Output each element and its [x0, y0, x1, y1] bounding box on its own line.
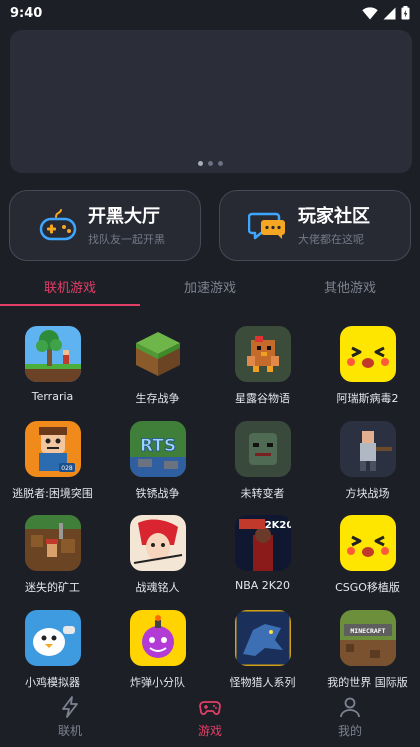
unturned-game-icon [234, 421, 291, 477]
wifi-icon [362, 6, 378, 19]
game-item[interactable]: 炸弹小分队 [105, 610, 210, 690]
game-name: 生存战争 [135, 392, 180, 405]
game-item[interactable]: CSGO移植版 [315, 515, 420, 595]
game-name: 怪物猎人系列 [229, 676, 296, 689]
survivalcraft-game-icon [129, 326, 186, 382]
game-item[interactable]: 战魂铭人 [105, 515, 210, 595]
status-bar: 9:40 [0, 0, 420, 26]
game-item[interactable]: 阿瑞斯病毒2 [315, 326, 420, 406]
lobby-card-subtitle: 找队友一起开黑 [88, 232, 165, 246]
nav-label: 联机 [57, 724, 82, 738]
gamepad-icon [39, 208, 77, 240]
bomb-squad-game-icon [129, 610, 186, 666]
banner-carousel[interactable] [10, 30, 412, 173]
game-name: 星露谷物语 [235, 392, 290, 405]
chat-bubble-icon [248, 212, 285, 239]
yellow-face-game-icon [339, 515, 396, 571]
community-card[interactable]: 玩家社区 大佬都在这呢 [219, 190, 411, 261]
bottom-navigation: 联机 游戏 我的 [0, 695, 420, 747]
lightning-icon [62, 696, 78, 718]
game-name: Terraria [31, 390, 74, 403]
carousel-dot [207, 161, 213, 166]
signal-icon [383, 7, 396, 19]
lobby-card[interactable]: 开黑大厅 找队友一起开黑 [9, 190, 201, 261]
community-card-title: 玩家社区 [298, 205, 370, 227]
tab-accelerated-games[interactable]: 加速游戏 [140, 275, 280, 303]
game-item[interactable]: 生存战争 [105, 326, 210, 406]
minecraft-game-icon: MINECRAFT [339, 610, 396, 666]
nba-badge: 2K20 [264, 520, 290, 531]
game-item[interactable]: 小鸡模拟器 [0, 610, 105, 690]
game-item[interactable]: 迷失的矿工 [0, 515, 105, 595]
nav-label: 我的 [337, 724, 362, 738]
status-icons [362, 6, 410, 20]
game-item[interactable]: 方块战场 [315, 421, 420, 501]
game-name: 炸弹小分队 [130, 676, 185, 689]
escapists-badge: 028 [61, 465, 73, 472]
battery-icon [401, 6, 410, 20]
game-name: 战魂铭人 [135, 581, 180, 594]
game-name: 未转变者 [240, 487, 285, 500]
game-name: 我的世界 国际版 [327, 676, 408, 689]
chick-emulator-game-icon [24, 610, 81, 666]
rusted-warfare-game-icon: RTS [129, 421, 186, 477]
game-item[interactable]: 028 逃脱者:困境突围 [0, 421, 105, 501]
soul-knight-game-icon [129, 515, 186, 571]
game-name: 阿瑞斯病毒2 [336, 392, 399, 405]
game-item[interactable]: 星露谷物语 [210, 326, 315, 406]
game-item[interactable]: 怪物猎人系列 [210, 610, 315, 690]
rts-logo: RTS [139, 436, 175, 456]
nba-2k20-game-icon: 2K20 [234, 515, 291, 571]
game-item[interactable]: 未转变者 [210, 421, 315, 501]
game-item[interactable]: Terraria [0, 326, 105, 403]
carousel-dot [217, 161, 223, 166]
tab-indicator [0, 304, 140, 306]
lobby-card-title: 开黑大厅 [88, 205, 160, 227]
game-name: 铁锈战争 [135, 487, 180, 500]
stardew-valley-game-icon [234, 326, 291, 382]
block-battlefield-game-icon [339, 421, 396, 477]
game-name: 逃脱者:困境突围 [12, 487, 93, 500]
nav-label: 游戏 [197, 724, 222, 738]
tab-online-games[interactable]: 联机游戏 [0, 275, 140, 303]
minecraft-logo: MINECRAFT [350, 627, 385, 635]
nav-games[interactable]: 游戏 [140, 695, 280, 739]
nav-online[interactable]: 联机 [0, 695, 140, 739]
game-item[interactable]: MINECRAFT 我的世界 国际版 [315, 610, 420, 690]
carousel-dot [197, 161, 203, 166]
person-icon [340, 697, 360, 718]
game-category-tabs: 联机游戏 加速游戏 其他游戏 [0, 275, 420, 307]
game-name: NBA 2K20 [234, 579, 290, 592]
lost-miner-game-icon [24, 515, 81, 571]
game-name: 小鸡模拟器 [25, 676, 80, 689]
status-time: 9:40 [10, 5, 43, 21]
terraria-game-icon [24, 326, 81, 382]
game-name: 迷失的矿工 [25, 581, 80, 594]
escapists-game-icon: 028 [24, 421, 81, 477]
game-item[interactable]: 2K20 NBA 2K20 [210, 515, 315, 592]
gamepad-icon [199, 701, 221, 715]
game-item[interactable]: RTS 铁锈战争 [105, 421, 210, 501]
yellow-face-game-icon [339, 326, 396, 382]
monster-hunter-game-icon [234, 610, 291, 666]
tab-other-games[interactable]: 其他游戏 [280, 275, 420, 303]
nav-profile[interactable]: 我的 [280, 695, 420, 739]
game-name: CSGO移植版 [335, 581, 400, 594]
community-card-subtitle: 大佬都在这呢 [298, 232, 364, 246]
carousel-indicator [0, 161, 420, 166]
game-name: 方块战场 [345, 487, 390, 500]
